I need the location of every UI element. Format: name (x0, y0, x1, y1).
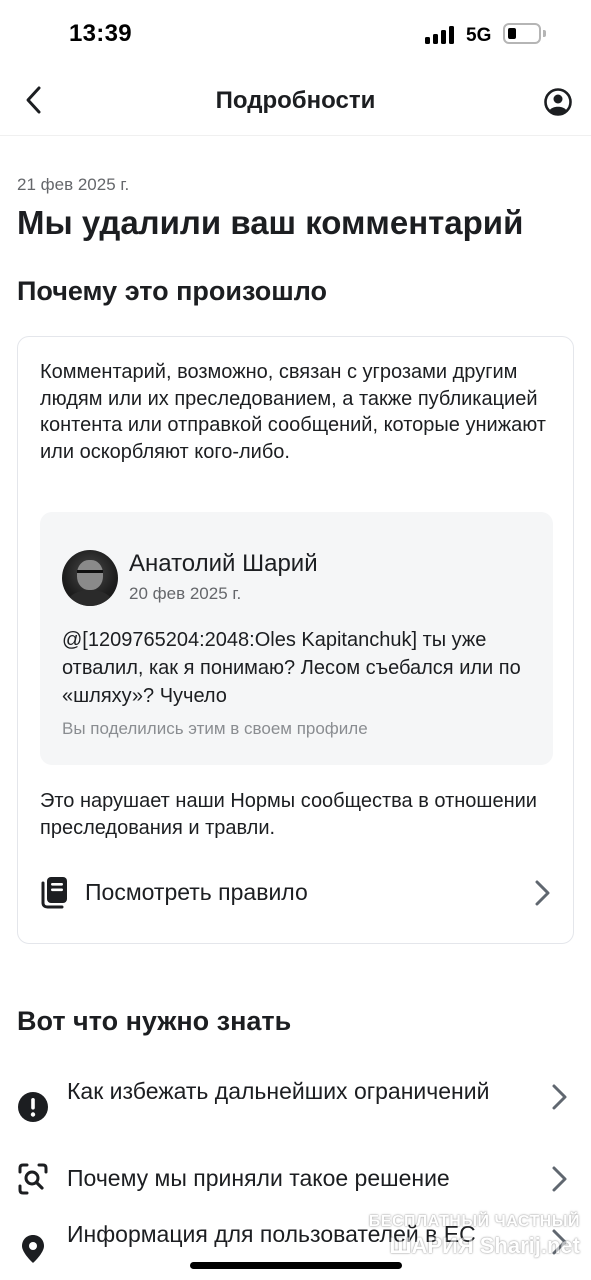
profile-button[interactable] (538, 82, 578, 122)
violation-text: Это нарушает наши Нормы сообщества в отн… (40, 790, 537, 839)
reason-explanation: Комментарий, возможно, связан с угрозами… (40, 361, 546, 463)
battery-level (508, 28, 516, 39)
nav-bar: Подробности (0, 68, 591, 136)
comment-text: @[1209765204:2048:Oles Kapitanchuk] ты у… (62, 629, 521, 707)
avoid-restrictions-label: Как избежать дальнейших ограничений (67, 1078, 490, 1104)
why-decision-item[interactable]: Почему мы приняли такое решение (0, 1156, 591, 1202)
comment-author: Анатолий Шарий (129, 550, 318, 577)
battery-cap (543, 30, 546, 37)
shared-note: Вы поделились этим в своем профиле (62, 719, 368, 738)
battery-icon (503, 23, 541, 44)
view-rule-button[interactable]: Посмотреть правило (18, 857, 573, 927)
avatar (62, 550, 118, 606)
avoid-restrictions-item[interactable]: Как избежать дальнейших ограничений (0, 1073, 591, 1143)
document-stack-icon (41, 877, 67, 909)
user-circle-icon (544, 88, 572, 116)
watermark-line1: БЕСПЛАТНЫЙ ЧАСТНЫЙ (368, 1213, 580, 1230)
location-pin-icon (22, 1235, 44, 1263)
chevron-right-icon (535, 880, 550, 906)
why-decision-label: Почему мы приняли такое решение (67, 1165, 450, 1191)
exclamation-circle-icon (18, 1092, 48, 1122)
page-title: Подробности (215, 87, 376, 114)
chevron-right-icon (552, 1166, 567, 1192)
search-scan-icon (18, 1163, 48, 1195)
comment-date: 20 фев 2025 г. (129, 584, 242, 603)
chevron-right-icon (552, 1084, 567, 1110)
reason-card: Комментарий, возможно, связан с угрозами… (17, 336, 574, 944)
know-section-title: Вот что нужно знать (17, 1006, 292, 1036)
screen: 13:39 5G Подробности 21 фев 2025 г. Мы у… (0, 0, 591, 1280)
notice-title: Мы удалили ваш комментарий (17, 204, 524, 241)
home-indicator[interactable] (190, 1262, 402, 1269)
notice-date: 21 фев 2025 г. (17, 175, 130, 194)
status-time: 13:39 (69, 20, 132, 47)
why-section-title: Почему это произошло (17, 276, 328, 306)
removed-comment: Анатолий Шарий 20 фев 2025 г. @[12097652… (40, 512, 553, 765)
network-type: 5G (466, 25, 492, 46)
view-rule-label: Посмотреть правило (85, 879, 308, 905)
watermark-line2: ШАРИЯ Sharij.net (389, 1233, 580, 1258)
status-bar: 13:39 5G (0, 0, 591, 68)
signal-strength-icon (425, 26, 457, 44)
